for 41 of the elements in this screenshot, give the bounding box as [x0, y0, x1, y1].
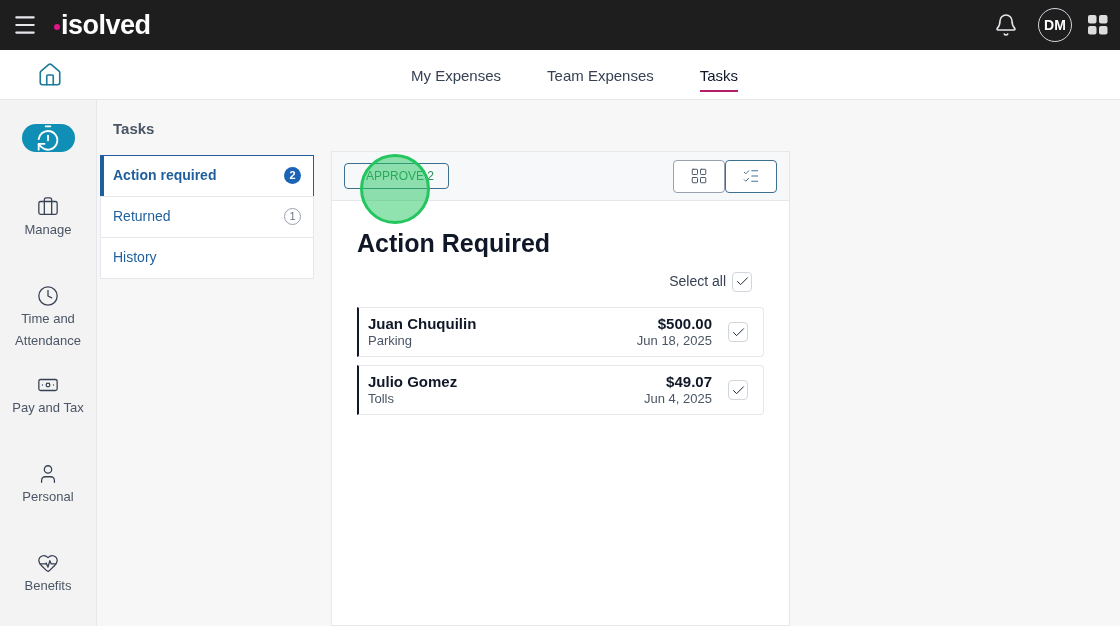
timer-button[interactable] [21, 124, 75, 152]
briefcase-icon [37, 196, 59, 218]
panel-title: Tasks [113, 119, 156, 139]
approve-button[interactable]: APPROVE 2 [344, 163, 449, 189]
rail-item[interactable]: Personal [3, 463, 93, 552]
expense-date: Jun 18, 2025 [636, 333, 712, 349]
section-title: Action Required [357, 228, 552, 259]
expense-category: Parking [368, 333, 414, 349]
apps-grid-icon[interactable] [1088, 15, 1108, 35]
expense-amount: $500.00 [657, 315, 712, 333]
notification-bell-icon[interactable] [994, 13, 1018, 37]
nav-tab[interactable]: Tasks [699, 57, 739, 92]
expense-category: Tolls [368, 391, 395, 407]
task-filter-item[interactable]: Action required 2 [100, 154, 314, 197]
grid-view-button[interactable] [673, 159, 725, 193]
count-badge: 2 [284, 167, 301, 184]
nav-tab[interactable]: Team Expenses [547, 57, 654, 92]
checkbox[interactable] [732, 271, 752, 292]
list-view-button[interactable] [725, 159, 777, 193]
checkbox[interactable] [728, 380, 748, 400]
task-filter-item[interactable]: History [100, 236, 314, 279]
rail-item[interactable]: Time and Attendance [3, 285, 93, 374]
clock-icon [37, 285, 59, 307]
logo: isolved [61, 11, 151, 39]
select-all-label: Select all [669, 272, 726, 291]
checkbox[interactable] [728, 322, 748, 342]
nav-tab[interactable]: My Expenses [411, 57, 502, 92]
checklist-icon [742, 167, 760, 185]
rail-item[interactable]: Benefits [3, 552, 93, 626]
home-icon[interactable] [37, 61, 63, 88]
employee-name: Julio Gomez [368, 373, 459, 391]
expense-row[interactable]: Juan Chuquilin Parking $500.00 Jun 18, 2025 [357, 307, 764, 357]
heart-pulse-icon [37, 552, 59, 574]
employee-name: Juan Chuquilin [368, 315, 478, 333]
task-filter-item[interactable]: Returned 1 [100, 195, 314, 238]
expense-amount: $49.07 [666, 373, 712, 391]
grid-icon [690, 167, 708, 185]
rail-item[interactable]: Manage [3, 196, 93, 285]
rail-item[interactable]: Pay and Tax [3, 374, 93, 463]
expense-row[interactable]: Julio Gomez Tolls $49.07 Jun 4, 2025 [357, 365, 764, 415]
expense-date: Jun 4, 2025 [644, 391, 712, 407]
